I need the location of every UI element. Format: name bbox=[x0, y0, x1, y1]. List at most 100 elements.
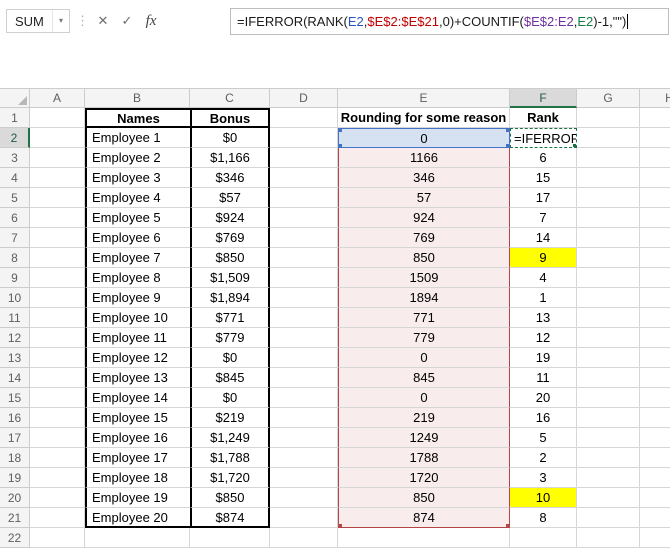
cell-B15[interactable]: Employee 14 bbox=[85, 388, 190, 408]
cell-C3[interactable]: $1,166 bbox=[190, 148, 270, 168]
cell-H18[interactable] bbox=[640, 448, 670, 468]
cell-E1[interactable]: Rounding for some reason bbox=[338, 108, 510, 128]
cell-G19[interactable] bbox=[577, 468, 640, 488]
cell-B4[interactable]: Employee 3 bbox=[85, 168, 190, 188]
cell-D5[interactable] bbox=[270, 188, 338, 208]
cell-E4[interactable]: 346 bbox=[338, 168, 510, 188]
row-header-6[interactable]: 6 bbox=[0, 208, 30, 228]
cell-F19[interactable]: 3 bbox=[510, 468, 577, 488]
cell-C14[interactable]: $845 bbox=[190, 368, 270, 388]
column-header-h[interactable]: H bbox=[640, 89, 670, 108]
cell-E19[interactable]: 1720 bbox=[338, 468, 510, 488]
cell-F12[interactable]: 12 bbox=[510, 328, 577, 348]
cell-G3[interactable] bbox=[577, 148, 640, 168]
cell-F13[interactable]: 19 bbox=[510, 348, 577, 368]
cell-A18[interactable] bbox=[30, 448, 85, 468]
cell-E5[interactable]: 57 bbox=[338, 188, 510, 208]
cell-H14[interactable] bbox=[640, 368, 670, 388]
cell-E11[interactable]: 771 bbox=[338, 308, 510, 328]
cell-G21[interactable] bbox=[577, 508, 640, 528]
column-header-b[interactable]: B bbox=[85, 89, 190, 108]
cell-A9[interactable] bbox=[30, 268, 85, 288]
cell-C15[interactable]: $0 bbox=[190, 388, 270, 408]
row-header-8[interactable]: 8 bbox=[0, 248, 30, 268]
cell-A21[interactable] bbox=[30, 508, 85, 528]
cell-G2[interactable] bbox=[577, 128, 640, 148]
cell-A19[interactable] bbox=[30, 468, 85, 488]
cell-A13[interactable] bbox=[30, 348, 85, 368]
cell-B20[interactable]: Employee 19 bbox=[85, 488, 190, 508]
cell-D4[interactable] bbox=[270, 168, 338, 188]
row-header-5[interactable]: 5 bbox=[0, 188, 30, 208]
cell-G13[interactable] bbox=[577, 348, 640, 368]
cell-B1[interactable]: Names bbox=[85, 108, 190, 128]
selection-handle[interactable] bbox=[339, 129, 342, 132]
cell-F7[interactable]: 14 bbox=[510, 228, 577, 248]
row-header-9[interactable]: 9 bbox=[0, 268, 30, 288]
cell-A16[interactable] bbox=[30, 408, 85, 428]
cell-C21[interactable]: $874 bbox=[190, 508, 270, 528]
cell-A8[interactable] bbox=[30, 248, 85, 268]
row-header-22[interactable]: 22 bbox=[0, 528, 30, 548]
cell-D17[interactable] bbox=[270, 428, 338, 448]
cell-A5[interactable] bbox=[30, 188, 85, 208]
cell-C20[interactable]: $850 bbox=[190, 488, 270, 508]
cell-D9[interactable] bbox=[270, 268, 338, 288]
cell-H19[interactable] bbox=[640, 468, 670, 488]
cell-B2[interactable]: Employee 1 bbox=[85, 128, 190, 148]
row-header-17[interactable]: 17 bbox=[0, 428, 30, 448]
cell-E7[interactable]: 769 bbox=[338, 228, 510, 248]
row-header-4[interactable]: 4 bbox=[0, 168, 30, 188]
cell-B13[interactable]: Employee 12 bbox=[85, 348, 190, 368]
cell-B17[interactable]: Employee 16 bbox=[85, 428, 190, 448]
select-all-corner[interactable] bbox=[0, 89, 30, 108]
column-header-d[interactable]: D bbox=[270, 89, 338, 108]
column-header-g[interactable]: G bbox=[577, 89, 640, 108]
cell-F6[interactable]: 7 bbox=[510, 208, 577, 228]
cell-A2[interactable] bbox=[30, 128, 85, 148]
cell-E18[interactable]: 1788 bbox=[338, 448, 510, 468]
row-header-19[interactable]: 19 bbox=[0, 468, 30, 488]
cell-D10[interactable] bbox=[270, 288, 338, 308]
cell-C16[interactable]: $219 bbox=[190, 408, 270, 428]
row-header-20[interactable]: 20 bbox=[0, 488, 30, 508]
cell-E21[interactable]: 874 bbox=[338, 508, 510, 528]
cell-B3[interactable]: Employee 2 bbox=[85, 148, 190, 168]
cell-E20[interactable]: 850 bbox=[338, 488, 510, 508]
cell-F8[interactable]: 9 bbox=[510, 248, 577, 268]
cell-D1[interactable] bbox=[270, 108, 338, 128]
cell-H17[interactable] bbox=[640, 428, 670, 448]
cell-D13[interactable] bbox=[270, 348, 338, 368]
cell-G17[interactable] bbox=[577, 428, 640, 448]
cell-F5[interactable]: 17 bbox=[510, 188, 577, 208]
row-header-2[interactable]: 2 bbox=[0, 128, 30, 148]
cell-G11[interactable] bbox=[577, 308, 640, 328]
cell-G18[interactable] bbox=[577, 448, 640, 468]
cell-A11[interactable] bbox=[30, 308, 85, 328]
row-header-10[interactable]: 10 bbox=[0, 288, 30, 308]
cell-A14[interactable] bbox=[30, 368, 85, 388]
column-header-a[interactable]: A bbox=[30, 89, 85, 108]
cell-A22[interactable] bbox=[30, 528, 85, 548]
cell-A20[interactable] bbox=[30, 488, 85, 508]
formula-input[interactable]: =IFERROR(RANK(E2,$E$2:$E$21,0)+COUNTIF($… bbox=[230, 8, 669, 35]
cell-C17[interactable]: $1,249 bbox=[190, 428, 270, 448]
cell-G20[interactable] bbox=[577, 488, 640, 508]
cell-D14[interactable] bbox=[270, 368, 338, 388]
cell-B10[interactable]: Employee 9 bbox=[85, 288, 190, 308]
cell-C13[interactable]: $0 bbox=[190, 348, 270, 368]
cell-B9[interactable]: Employee 8 bbox=[85, 268, 190, 288]
cell-F22[interactable] bbox=[510, 528, 577, 548]
cell-G22[interactable] bbox=[577, 528, 640, 548]
cell-D16[interactable] bbox=[270, 408, 338, 428]
cell-B12[interactable]: Employee 11 bbox=[85, 328, 190, 348]
cell-D2[interactable] bbox=[270, 128, 338, 148]
cell-G6[interactable] bbox=[577, 208, 640, 228]
cell-A6[interactable] bbox=[30, 208, 85, 228]
cell-C7[interactable]: $769 bbox=[190, 228, 270, 248]
cell-F20[interactable]: 10 bbox=[510, 488, 577, 508]
cell-G9[interactable] bbox=[577, 268, 640, 288]
cell-D7[interactable] bbox=[270, 228, 338, 248]
name-box-dropdown-icon[interactable]: ▾ bbox=[52, 10, 69, 32]
cell-C8[interactable]: $850 bbox=[190, 248, 270, 268]
